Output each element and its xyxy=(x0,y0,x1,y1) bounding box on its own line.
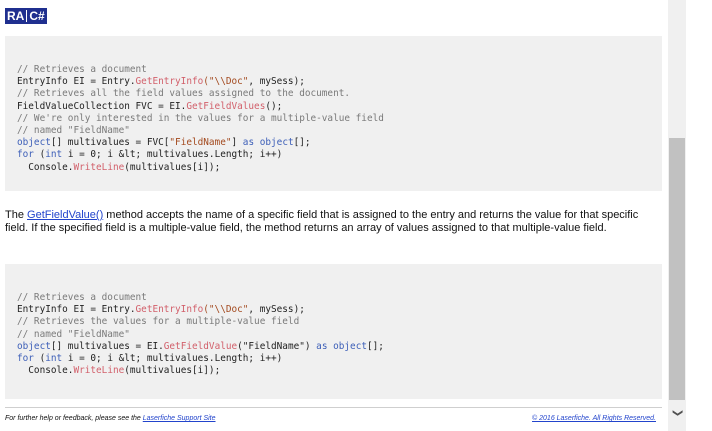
code-listing-2: // Retrieves a document EntryInfo EI = En… xyxy=(17,292,650,377)
code-token: // Retrieves the values for a multiple-v… xyxy=(17,316,300,328)
code-line: // Retrieves a document xyxy=(17,292,650,304)
code-token: , mySess); xyxy=(248,76,305,88)
scroll-down-glyph: ❯ xyxy=(671,408,683,418)
code-block-2: // Retrieves a document EntryInfo EI = En… xyxy=(5,264,662,399)
code-line: FieldValueCollection FVC = EI.GetFieldVa… xyxy=(17,101,650,113)
code-token: object xyxy=(17,137,51,149)
code-block-1: // Retrieves a document EntryInfo EI = En… xyxy=(5,36,662,191)
language-tab-csharp[interactable]: C# xyxy=(29,8,44,24)
code-token: GetFieldValues xyxy=(186,100,266,112)
code-line: // Retrieves a document xyxy=(17,64,650,76)
code-token: ("FieldName") xyxy=(237,340,317,352)
code-line: Console.WriteLine(multivalues[i]); xyxy=(17,162,650,174)
footer-help: For further help or feedback, please see… xyxy=(5,415,216,422)
description-prefix: The xyxy=(5,209,28,221)
footer-divider xyxy=(5,407,662,408)
code-token: , mySess); xyxy=(248,304,305,316)
code-token: WriteLine xyxy=(73,161,125,173)
code-token: // Retrieves all the field values assign… xyxy=(17,88,351,100)
code-token: GetFieldValue xyxy=(163,340,238,352)
code-token: EntryInfo EI = Entry. xyxy=(17,304,136,316)
code-token: ( xyxy=(33,353,46,365)
scrollbar-thumb[interactable] xyxy=(669,138,685,400)
code-line: EntryInfo EI = Entry.GetEntryInfo("\\Doc… xyxy=(17,304,650,316)
code-line: Console.WriteLine(multivalues[i]); xyxy=(17,365,650,377)
code-token: GetEntryInfo xyxy=(135,76,204,88)
code-token: "FieldName" xyxy=(169,137,232,149)
code-token: object xyxy=(259,137,294,149)
code-token: int xyxy=(45,353,63,365)
code-token: Console. xyxy=(17,161,74,173)
scroll-down-arrow-icon[interactable]: ❯ xyxy=(670,406,684,420)
code-token: object xyxy=(333,340,367,352)
code-token: WriteLine xyxy=(73,365,125,377)
help-page: RA C# // Retrieves a document EntryInfo E… xyxy=(0,0,668,431)
code-token: ( xyxy=(33,149,46,161)
code-line: // We're only interested in the values f… xyxy=(17,113,650,125)
code-token: object xyxy=(17,340,51,352)
code-token: (); xyxy=(265,100,283,112)
code-token: ("\\Doc" xyxy=(203,304,249,316)
code-token: // Retrieves a document xyxy=(17,64,147,75)
code-token: for xyxy=(17,149,34,161)
code-token: [] multivalues = EI. xyxy=(50,340,164,352)
code-token: ] xyxy=(231,137,243,149)
code-token: for xyxy=(17,353,34,365)
code-line: EntryInfo EI = Entry.GetEntryInfo("\\Doc… xyxy=(17,76,650,88)
code-token: EntryInfo EI = Entry. xyxy=(17,76,136,88)
code-token: (multivalues[i]); xyxy=(124,365,221,377)
code-token: // named "FieldName" xyxy=(17,125,130,137)
code-token: []; xyxy=(293,137,311,149)
code-token: as xyxy=(316,340,328,352)
method-description: The GetFieldValue() method accepts the n… xyxy=(5,209,662,235)
code-line: for (int i = 0; i &lt; multivalues.Lengt… xyxy=(17,353,650,365)
code-line: object[] multivalues = FVC["FieldName"] … xyxy=(17,137,650,149)
code-token: i = 0; i &lt; multivalues.Length; i++) xyxy=(62,353,283,365)
code-token: ("\\Doc" xyxy=(203,76,249,88)
code-token: (multivalues[i]); xyxy=(124,161,221,173)
code-token: [] multivalues = FVC[ xyxy=(50,137,170,149)
code-line: object[] multivalues = EI.GetFieldValue(… xyxy=(17,341,650,353)
code-token: []; xyxy=(367,340,384,352)
tab-separator xyxy=(26,10,28,22)
code-line: // Retrieves all the field values assign… xyxy=(17,88,650,100)
code-listing-1: // Retrieves a document EntryInfo EI = En… xyxy=(17,64,650,174)
code-token: Console. xyxy=(17,365,74,377)
language-tab-ra[interactable]: RA xyxy=(7,8,24,24)
code-line: for (int i = 0; i &lt; multivalues.Lengt… xyxy=(17,149,650,161)
code-token: GetEntryInfo xyxy=(135,304,204,316)
code-line: // Retrieves the values for a multiple-v… xyxy=(17,316,650,328)
footer-help-text: For further help or feedback, please see… xyxy=(5,415,143,422)
code-token: i = 0; i &lt; multivalues.Length; i++) xyxy=(62,149,283,161)
code-token: int xyxy=(45,149,63,161)
code-line: // named "FieldName" xyxy=(17,329,650,341)
copyright-link[interactable]: © 2016 Laserfiche. All Rights Reserved. xyxy=(532,415,656,422)
code-token: // Retrieves a document xyxy=(17,292,147,303)
vertical-scrollbar[interactable]: ❯ xyxy=(668,0,686,431)
footer-copyright: © 2016 Laserfiche. All Rights Reserved. xyxy=(532,415,656,422)
code-token: as xyxy=(242,137,255,149)
code-line: // named "FieldName" xyxy=(17,125,650,137)
support-site-link[interactable]: Laserfiche Support Site xyxy=(143,415,216,422)
getfieldvalue-link[interactable]: GetFieldValue() xyxy=(27,209,103,221)
code-token: FieldValueCollection FVC = EI. xyxy=(17,100,187,112)
code-token: // named "FieldName" xyxy=(17,328,130,340)
language-tabs: RA C# xyxy=(5,8,47,24)
code-token: // We're only interested in the values f… xyxy=(17,112,384,124)
